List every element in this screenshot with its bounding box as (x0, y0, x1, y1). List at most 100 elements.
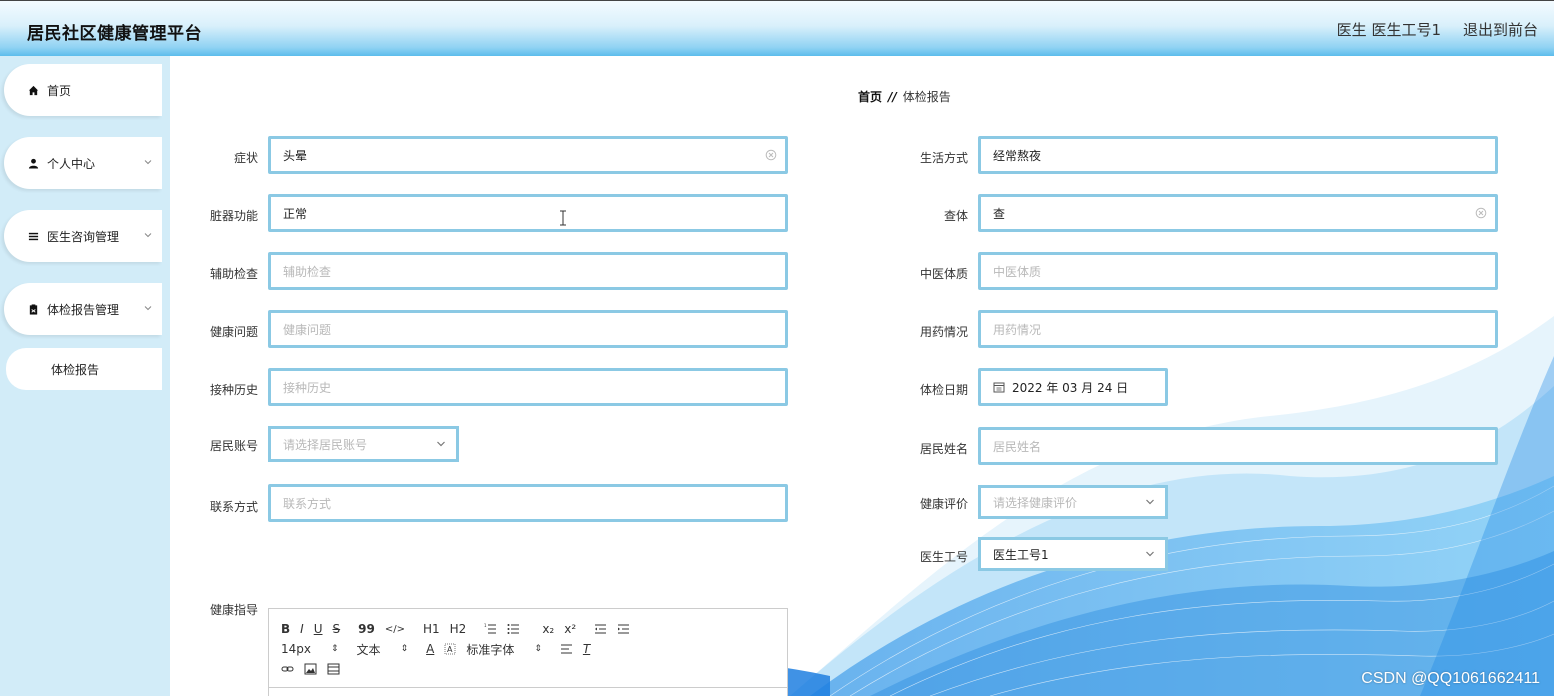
exam-date-label: 体检日期 (919, 383, 968, 397)
aux-exam-placeholder: 辅助检查 (283, 264, 332, 279)
home-icon (26, 83, 40, 97)
health-eval-placeholder: 请选择健康评价 (993, 495, 1078, 510)
sidebar-subitem-exam-report[interactable]: 体检报告 (6, 348, 162, 390)
underline-button[interactable]: U (314, 620, 323, 638)
background-color-icon[interactable]: A (444, 640, 456, 658)
top-header: 居民社区健康管理平台 医生 医生工号1 退出到前台 (0, 0, 1554, 56)
sidebar-item-label: 医生咨询管理 (47, 229, 120, 244)
superscript-button[interactable]: x² (564, 620, 576, 638)
logout-link[interactable]: 退出到前台 (1463, 19, 1538, 40)
code-block-button[interactable]: </> (385, 620, 405, 638)
resident-name-label: 居民姓名 (919, 442, 968, 456)
paragraph-value: 文本 (356, 642, 381, 657)
sidebar-item-personal-center[interactable]: 个人中心 (4, 137, 162, 189)
tcm-label: 中医体质 (919, 267, 968, 281)
health-eval-label: 健康评价 (919, 497, 968, 511)
header2-button[interactable]: H2 (450, 620, 467, 638)
resident-name-placeholder: 居民姓名 (993, 439, 1042, 454)
health-issue-placeholder: 健康问题 (283, 322, 332, 337)
clear-icon[interactable] (765, 149, 777, 161)
physical-exam-input[interactable]: 查 (978, 194, 1498, 232)
user-icon (26, 156, 40, 170)
header1-button[interactable]: H1 (423, 620, 440, 638)
image-icon[interactable] (304, 660, 317, 678)
organ-function-input[interactable]: 正常 (268, 194, 788, 232)
ordered-list-icon[interactable]: 1 (484, 620, 497, 638)
tcm-input[interactable]: 中医体质 (978, 252, 1498, 290)
health-issue-label: 健康问题 (209, 325, 258, 339)
physical-exam-label: 查体 (943, 209, 968, 223)
font-size-value: 14px (281, 642, 311, 656)
chevron-down-icon (1146, 551, 1154, 557)
subscript-button[interactable]: x₂ (542, 620, 554, 638)
svg-text:1: 1 (484, 623, 487, 628)
clipboard-icon (26, 302, 40, 316)
calendar-icon (993, 382, 1005, 393)
vaccination-label: 接种历史 (209, 383, 258, 397)
doctor-id-select[interactable]: 医生工号1 (978, 537, 1168, 571)
text-cursor-icon (560, 210, 566, 226)
lifestyle-label: 生活方式 (919, 151, 968, 165)
health-eval-select[interactable]: 请选择健康评价 (978, 485, 1168, 519)
resident-account-placeholder: 请选择居民账号 (283, 437, 368, 452)
strike-button[interactable]: S (333, 620, 341, 638)
contact-placeholder: 联系方式 (283, 496, 332, 511)
symptom-label: 症状 (233, 151, 258, 165)
updown-icon: ⇕ (400, 644, 409, 654)
sidebar: 首页 个人中心 医生咨询管理 体检报告管理 体检报告 (0, 56, 170, 696)
outdent-icon[interactable] (594, 620, 607, 638)
breadcrumb: 首页 // 体检报告 (858, 88, 951, 105)
font-family-select[interactable]: 标准字体 ⇕ (466, 641, 542, 658)
align-icon[interactable] (560, 640, 573, 658)
editor-content-area[interactable] (269, 687, 787, 696)
chevron-down-icon (144, 160, 152, 165)
header-user-area: 医生 医生工号1 退出到前台 (1337, 19, 1538, 40)
breadcrumb-separator: // (888, 89, 897, 104)
italic-button[interactable]: I (300, 620, 304, 638)
breadcrumb-home[interactable]: 首页 (858, 88, 882, 105)
sidebar-item-exam-report-mgmt[interactable]: 体检报告管理 (4, 283, 162, 335)
symptom-input[interactable]: 头晕 (268, 136, 788, 174)
chevron-down-icon (144, 306, 152, 311)
health-issue-input[interactable]: 健康问题 (268, 310, 788, 348)
aux-exam-input[interactable]: 辅助检查 (268, 252, 788, 290)
organ-function-label: 脏器功能 (209, 209, 258, 223)
sidebar-item-home[interactable]: 首页 (4, 64, 162, 116)
clear-icon[interactable] (1475, 207, 1487, 219)
symptom-value: 头晕 (283, 148, 308, 163)
font-size-select[interactable]: 14px ⇕ (281, 642, 339, 656)
aux-exam-label: 辅助检查 (209, 267, 258, 281)
font-color-icon[interactable]: A (426, 640, 434, 658)
user-info: 医生 医生工号1 (1336, 21, 1441, 39)
medication-input[interactable]: 用药情况 (978, 310, 1498, 348)
blockquote-button[interactable]: 99 (358, 620, 375, 638)
sidebar-item-label: 首页 (47, 83, 72, 98)
link-icon[interactable] (281, 660, 294, 678)
main-content: 首页 // 体检报告 症状 头晕 脏器功能 正常 辅助检查 辅助检查 健康问题 … (170, 56, 1554, 696)
bold-button[interactable]: B (281, 620, 290, 638)
font-family-value: 标准字体 (466, 642, 515, 657)
list-icon (26, 229, 40, 243)
resident-account-label: 居民账号 (209, 439, 258, 453)
guidance-label: 健康指导 (209, 603, 258, 617)
sidebar-item-label: 个人中心 (47, 156, 96, 171)
editor-toolbar: B I U S 99 </> H1 H2 1 x₂ x² 14px ⇕ 文本 ⇕… (281, 619, 781, 679)
lifestyle-input[interactable]: 经常熬夜 (978, 136, 1498, 174)
indent-icon[interactable] (617, 620, 630, 638)
video-icon[interactable] (327, 660, 340, 678)
resident-account-select[interactable]: 请选择居民账号 (268, 426, 459, 462)
svg-text:A: A (447, 645, 453, 654)
exam-date-picker[interactable]: 2022 年 03 月 24 日 (978, 368, 1168, 406)
chevron-down-icon (1146, 499, 1154, 505)
bullet-list-icon[interactable] (507, 620, 520, 638)
medication-placeholder: 用药情况 (993, 322, 1042, 337)
sidebar-item-label: 体检报告管理 (47, 302, 120, 317)
sidebar-item-doctor-consult[interactable]: 医生咨询管理 (4, 210, 162, 262)
clear-format-icon[interactable]: T (583, 640, 590, 658)
vaccination-input[interactable]: 接种历史 (268, 368, 788, 406)
contact-input[interactable]: 联系方式 (268, 484, 788, 522)
vaccination-placeholder: 接种历史 (283, 380, 332, 395)
resident-name-input[interactable]: 居民姓名 (978, 427, 1498, 465)
breadcrumb-current: 体检报告 (902, 90, 951, 104)
paragraph-select[interactable]: 文本 ⇕ (357, 641, 409, 658)
